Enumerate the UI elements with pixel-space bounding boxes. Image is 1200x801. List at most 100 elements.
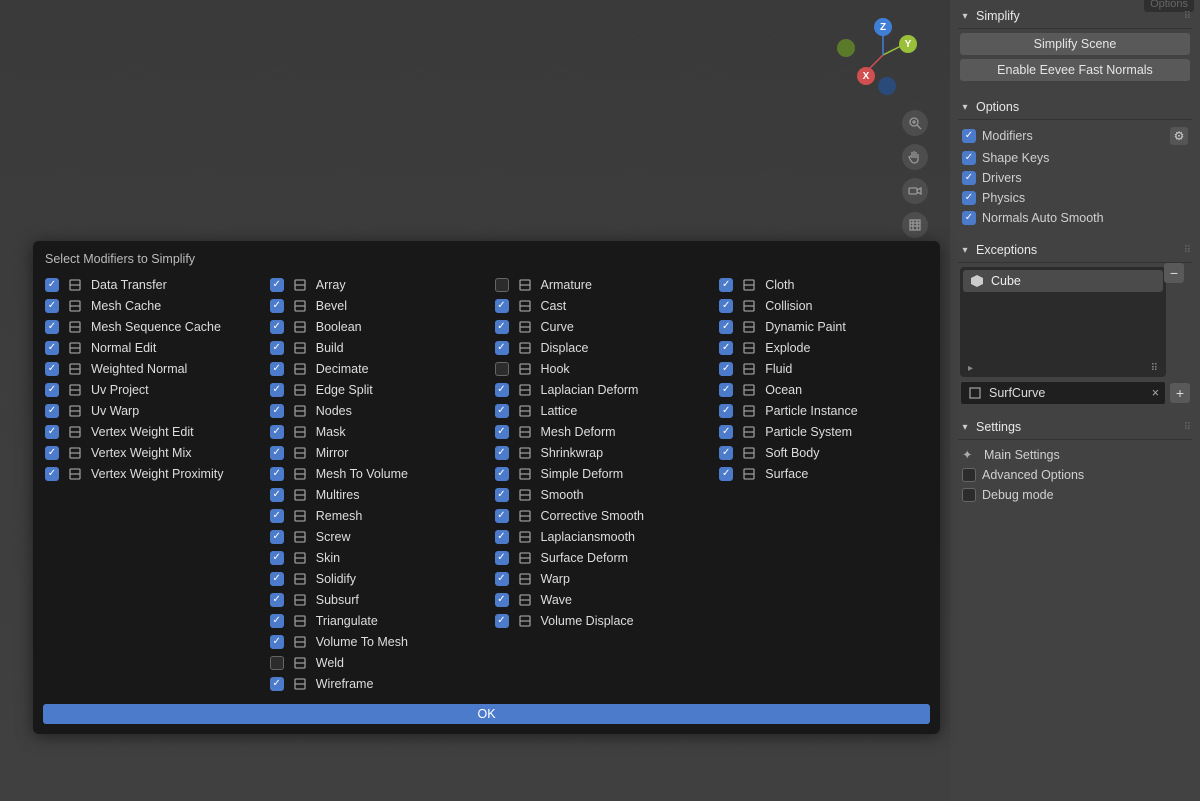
modifier-checkbox[interactable] (45, 362, 59, 376)
modifier-checkbox[interactable] (270, 656, 284, 670)
modifier-checkbox[interactable] (495, 404, 509, 418)
modifier-checkbox[interactable] (270, 341, 284, 355)
modifier-checkbox[interactable] (270, 677, 284, 691)
modifier-checkbox[interactable] (45, 467, 59, 481)
drag-dots-icon[interactable]: ⠿ (1151, 363, 1158, 374)
enable-fast-normals-button[interactable]: Enable Eevee Fast Normals (960, 59, 1190, 81)
checkbox-shape-keys[interactable] (962, 151, 976, 165)
modifier-checkbox[interactable] (270, 383, 284, 397)
modifier-checkbox[interactable] (270, 530, 284, 544)
perspective-button[interactable] (902, 212, 928, 238)
modifier-checkbox[interactable] (495, 509, 509, 523)
drag-dots-icon[interactable]: ⠿ (1184, 245, 1192, 256)
modifier-icon (517, 592, 533, 608)
modifier-checkbox[interactable] (495, 383, 509, 397)
drag-dots-icon[interactable]: ⠿ (1184, 11, 1192, 22)
modifier-checkbox[interactable] (270, 446, 284, 460)
modifier-checkbox[interactable] (495, 341, 509, 355)
modifier-checkbox[interactable] (719, 362, 733, 376)
modifier-checkbox[interactable] (495, 425, 509, 439)
axis-x[interactable]: X (857, 67, 875, 85)
panel-exceptions-header[interactable]: ▾ Exceptions ⠿ (958, 238, 1192, 263)
modifier-checkbox[interactable] (270, 551, 284, 565)
modifier-checkbox[interactable] (495, 551, 509, 565)
modifier-checkbox[interactable] (45, 446, 59, 460)
camera-button[interactable] (902, 178, 928, 204)
panel-simplify-header[interactable]: ▾ Simplify ⠿ (958, 4, 1192, 29)
modifier-checkbox[interactable] (495, 614, 509, 628)
modifier-checkbox[interactable] (719, 278, 733, 292)
modifier-checkbox[interactable] (495, 530, 509, 544)
modifier-checkbox[interactable] (270, 299, 284, 313)
checkbox-drivers[interactable] (962, 171, 976, 185)
axis-gizmo[interactable]: Z Y X (843, 15, 923, 95)
gear-icon[interactable]: ⚙ (1170, 127, 1188, 145)
remove-item-button[interactable]: − (1164, 263, 1184, 283)
pan-button[interactable] (902, 144, 928, 170)
modifier-checkbox[interactable] (719, 299, 733, 313)
modifier-checkbox[interactable] (495, 488, 509, 502)
zoom-button[interactable] (902, 110, 928, 136)
modifier-checkbox[interactable] (45, 278, 59, 292)
checkbox-normals-auto[interactable] (962, 211, 976, 225)
simplify-scene-button[interactable]: Simplify Scene (960, 33, 1190, 55)
modifier-checkbox[interactable] (495, 593, 509, 607)
modifier-checkbox[interactable] (270, 467, 284, 481)
main-settings-button[interactable]: Main Settings (984, 448, 1060, 462)
modifier-row: Triangulate (268, 610, 481, 631)
modifier-checkbox[interactable] (45, 299, 59, 313)
modifier-checkbox[interactable] (45, 404, 59, 418)
clear-icon[interactable]: × (1152, 386, 1159, 400)
modifier-checkbox[interactable] (45, 320, 59, 334)
modifier-checkbox[interactable] (45, 383, 59, 397)
checkbox-debug[interactable] (962, 488, 976, 502)
modifier-checkbox[interactable] (495, 362, 509, 376)
modifier-checkbox[interactable] (45, 341, 59, 355)
modifier-checkbox[interactable] (270, 509, 284, 523)
checkbox-advanced[interactable] (962, 468, 976, 482)
list-item[interactable]: Cube (963, 270, 1163, 292)
object-icon (967, 385, 983, 401)
modifier-checkbox[interactable] (495, 446, 509, 460)
axis-z[interactable]: Z (874, 18, 892, 36)
modifier-checkbox[interactable] (495, 467, 509, 481)
modifier-checkbox[interactable] (270, 404, 284, 418)
modifier-checkbox[interactable] (270, 278, 284, 292)
exceptions-list[interactable]: Cube ▸ ⠿ (960, 267, 1166, 377)
add-item-button[interactable]: + (1170, 383, 1190, 403)
modifier-checkbox[interactable] (270, 488, 284, 502)
modifier-checkbox[interactable] (270, 635, 284, 649)
modifier-checkbox[interactable] (45, 425, 59, 439)
object-picker-field[interactable]: SurfCurve × (960, 381, 1166, 405)
modifier-checkbox[interactable] (495, 299, 509, 313)
modifier-checkbox[interactable] (270, 425, 284, 439)
modifier-row: Armature (493, 274, 706, 295)
ok-button[interactable]: OK (43, 704, 930, 724)
modifier-row: Remesh (268, 505, 481, 526)
modifier-checkbox[interactable] (495, 320, 509, 334)
list-prev-icon[interactable]: ▸ (968, 363, 973, 374)
select-modifiers-popup: Select Modifiers to Simplify Data Transf… (33, 241, 940, 734)
modifier-checkbox[interactable] (719, 467, 733, 481)
checkbox-modifiers[interactable] (962, 129, 976, 143)
checkbox-physics[interactable] (962, 191, 976, 205)
modifier-checkbox[interactable] (270, 320, 284, 334)
modifier-checkbox[interactable] (270, 362, 284, 376)
modifier-checkbox[interactable] (495, 278, 509, 292)
axis-y[interactable]: Y (899, 35, 917, 53)
modifier-checkbox[interactable] (270, 614, 284, 628)
modifier-checkbox[interactable] (495, 572, 509, 586)
panel-options-header[interactable]: ▾ Options (958, 95, 1192, 120)
panel-settings-header[interactable]: ▾ Settings ⠿ (958, 415, 1192, 440)
modifier-checkbox[interactable] (719, 320, 733, 334)
modifier-checkbox[interactable] (270, 593, 284, 607)
drag-dots-icon[interactable]: ⠿ (1184, 422, 1192, 433)
modifier-checkbox[interactable] (719, 425, 733, 439)
axis-neg-z[interactable] (878, 77, 896, 95)
modifier-checkbox[interactable] (719, 404, 733, 418)
axis-neg-y[interactable] (837, 39, 855, 57)
modifier-checkbox[interactable] (719, 383, 733, 397)
modifier-checkbox[interactable] (719, 446, 733, 460)
modifier-checkbox[interactable] (270, 572, 284, 586)
modifier-checkbox[interactable] (719, 341, 733, 355)
